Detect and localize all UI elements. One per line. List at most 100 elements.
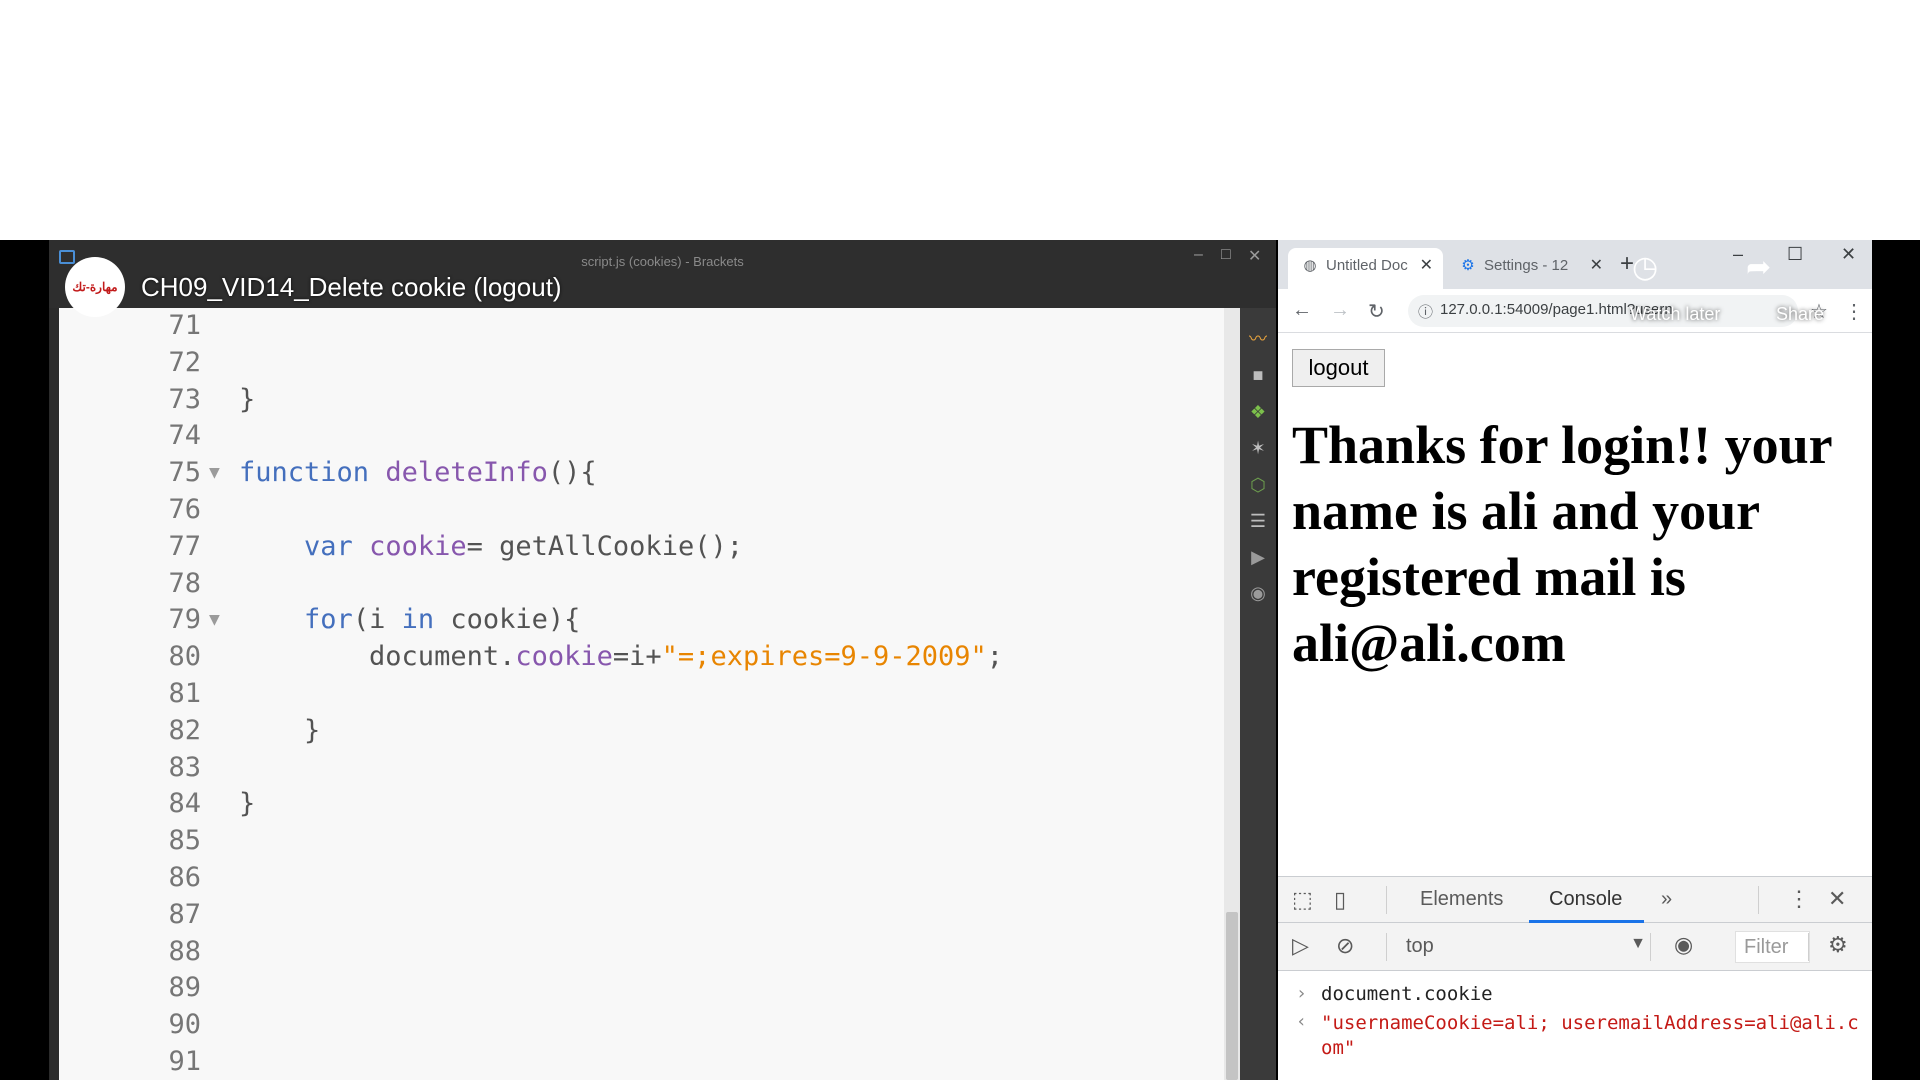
nodejs-icon[interactable]: ⬡ — [1247, 474, 1269, 496]
fold-toggle-icon[interactable]: ▼ — [209, 602, 220, 638]
line-number: 82 — [168, 714, 201, 746]
line-number: 74 — [168, 420, 201, 452]
omnibox[interactable]: ⓘ 127.0.0.1:54009/page1.html?usern — [1408, 295, 1798, 327]
share-label[interactable]: Share — [1776, 304, 1824, 325]
close-icon[interactable]: ✕ — [1248, 246, 1261, 266]
console-command: document.cookie — [1321, 983, 1493, 1005]
fold-toggle-icon[interactable]: ▼ — [209, 455, 220, 491]
code-line[interactable]: 83 — [59, 750, 1231, 786]
line-number: 84 — [168, 788, 201, 820]
clear-console-icon[interactable]: ⊘ — [1336, 933, 1354, 959]
logout-button[interactable]: logout — [1292, 349, 1385, 387]
close-tab-icon[interactable]: ✕ — [1420, 248, 1433, 283]
code-line[interactable]: 81 — [59, 676, 1231, 712]
gear-icon: ⚙ — [1461, 257, 1475, 274]
code-text: function deleteInfo(){ — [239, 457, 597, 489]
dropdown-arrow-icon: ▼ — [1630, 935, 1646, 952]
line-number: 86 — [168, 862, 201, 893]
tab-console[interactable]: Console — [1549, 888, 1622, 911]
code-line[interactable]: 78 — [59, 566, 1231, 602]
maximize-icon[interactable]: □ — [1221, 246, 1231, 264]
device-toolbar-icon[interactable]: ▯ — [1334, 887, 1346, 913]
code-line[interactable]: 76 — [59, 492, 1231, 528]
divider — [1650, 933, 1651, 961]
tab-label: Untitled Doc — [1326, 257, 1408, 274]
result-arrow-icon: ‹ — [1296, 1011, 1307, 1032]
divider — [1808, 933, 1809, 961]
more-tabs-button[interactable]: » — [1661, 888, 1672, 911]
code-line[interactable]: 71 — [59, 308, 1231, 344]
filter-input[interactable]: Filter — [1735, 931, 1810, 963]
code-line[interactable]: 90 — [59, 1007, 1231, 1043]
context-selector[interactable]: top ▼ — [1406, 935, 1646, 958]
line-number: 91 — [168, 1046, 201, 1077]
tab-strip: ◍ Untitled Doc ✕ ⚙ Settings - 12 ✕ + – ☐ ✕ — [1278, 240, 1872, 289]
maximize-icon[interactable]: ☐ — [1787, 244, 1803, 265]
tab-elements[interactable]: Elements — [1420, 888, 1503, 911]
menu-dots-icon[interactable]: ⋮ — [1844, 299, 1864, 324]
editor-side-toolbar — [1240, 308, 1276, 1080]
line-number: 78 — [168, 567, 201, 599]
eye-icon[interactable]: ◉ — [1674, 932, 1693, 958]
editor-scrollbar-thumb[interactable] — [1226, 912, 1238, 1080]
line-number: 87 — [168, 898, 201, 930]
reload-icon[interactable]: ↻ — [1368, 299, 1385, 324]
code-line[interactable]: 87 — [59, 897, 1231, 933]
code-line[interactable]: 73} — [59, 382, 1231, 418]
close-tab-icon[interactable]: ✕ — [1590, 248, 1603, 283]
brackets-window: script.js (cookies) - Brackets ‒ □ ✕ 71 7… — [49, 240, 1276, 1080]
code-line[interactable]: 74 — [59, 418, 1231, 454]
lightbulb-icon[interactable]: ◉ — [1247, 582, 1269, 604]
video-frame[interactable]: script.js (cookies) - Brackets ‒ □ ✕ 71 7… — [0, 240, 1920, 1080]
code-line[interactable]: 86 — [59, 860, 1231, 896]
channel-logo[interactable]: مهارة-تك — [65, 257, 125, 317]
extension-manager-icon[interactable]: ■ — [1247, 364, 1269, 386]
page-content: logout Thanks for login!! your name is a… — [1278, 334, 1872, 874]
video-title[interactable]: CH09_VID14_Delete cookie (logout) — [141, 272, 562, 303]
code-line[interactable]: 72 — [59, 345, 1231, 381]
minimize-icon[interactable]: – — [1733, 244, 1743, 265]
watch-later-label[interactable]: Watch later — [1630, 304, 1720, 325]
code-line[interactable]: 85 — [59, 823, 1231, 859]
code-line[interactable]: 80 document.cookie=i+"=;expires=9-9-2009… — [59, 639, 1231, 675]
code-line[interactable]: 79 ▼ for(i in cookie){ — [59, 602, 1231, 638]
devtools-tab-bar: ⬚ ▯ Elements Console » ⋮ ✕ — [1278, 877, 1872, 923]
sidebar-toggle-icon[interactable]: ▷ — [1292, 933, 1309, 959]
clock-icon[interactable]: ◷ — [1632, 250, 1658, 285]
code-line[interactable]: 88 — [59, 934, 1231, 970]
code-line[interactable]: 91 — [59, 1044, 1231, 1080]
code-text: } — [239, 383, 256, 415]
code-line[interactable]: 77 var cookie= getAllCookie(); — [59, 529, 1231, 565]
code-line[interactable]: 84} — [59, 786, 1231, 822]
line-number: 90 — [168, 1009, 201, 1041]
code-line[interactable]: 75 ▼ function deleteInfo(){ — [59, 455, 1231, 491]
minimize-icon[interactable]: ‒ — [1194, 246, 1203, 264]
line-number: 79 — [168, 604, 201, 636]
code-editor[interactable]: 71 72 73} 74 75 ▼ function deleteInfo(){76 77 v… — [59, 308, 1231, 1080]
line-number: 76 — [168, 494, 201, 525]
code-line[interactable]: 82 } — [59, 713, 1231, 749]
pin-icon[interactable]: ▶ — [1247, 546, 1269, 568]
back-icon[interactable]: ← — [1292, 299, 1312, 322]
tab-label: Settings - 12 — [1484, 257, 1569, 274]
console-settings-icon[interactable]: ⚙ — [1828, 932, 1848, 958]
more-options-icon[interactable]: ⋮ — [1788, 886, 1810, 912]
list-icon[interactable]: ☰ — [1247, 510, 1269, 532]
inspect-element-icon[interactable]: ⬚ — [1292, 887, 1313, 913]
share-icon[interactable]: ➦ — [1746, 250, 1771, 285]
forward-icon[interactable]: → — [1330, 299, 1350, 322]
code-line[interactable]: 89 — [59, 970, 1231, 1006]
devtools-panel: ⬚ ▯ Elements Console » ⋮ ✕ ▷ ⊘ top ▼ ◉ F… — [1278, 876, 1872, 1080]
gift-icon[interactable]: ❖ — [1247, 401, 1269, 423]
line-number: 88 — [168, 935, 201, 967]
globe-icon: ◍ — [1303, 257, 1317, 274]
info-icon[interactable]: ⓘ — [1418, 301, 1433, 322]
tab-untitled-doc[interactable]: ◍ Untitled Doc ✕ — [1288, 248, 1443, 289]
magic-wand-icon[interactable]: ✶ — [1247, 437, 1269, 459]
page-top-blank — [0, 0, 1920, 240]
console-output[interactable]: › document.cookie ‹ "usernameCookie=ali;… — [1278, 971, 1872, 1080]
close-devtools-icon[interactable]: ✕ — [1828, 886, 1846, 912]
close-icon[interactable]: ✕ — [1841, 244, 1856, 265]
live-preview-icon[interactable]: 〰 — [1247, 328, 1269, 350]
tab-settings[interactable]: ⚙ Settings - 12 ✕ — [1446, 248, 1613, 289]
